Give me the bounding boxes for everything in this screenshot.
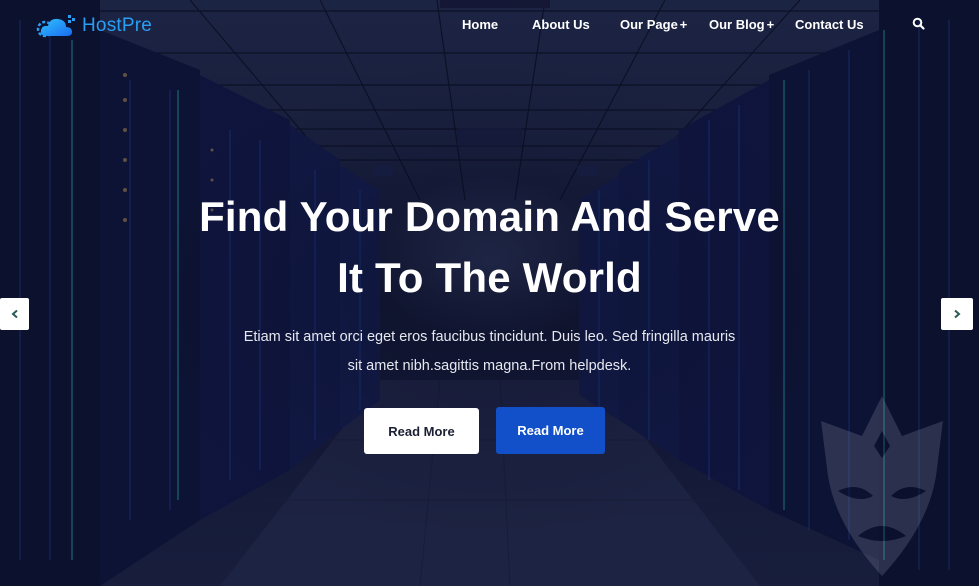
main-nav: Home About Us Our Page + Our Blog + Contac… — [0, 17, 979, 37]
nav-our-blog[interactable]: Our Blog + — [709, 17, 774, 32]
chevron-right-icon — [954, 309, 961, 319]
hero-subtitle-line-2: sit amet nibh.sagittis magna.From helpde… — [347, 357, 632, 374]
nav-home[interactable]: Home — [462, 17, 498, 32]
hero-title-line-2: It To The World — [337, 254, 642, 301]
hero-subtitle: Etiam sit amet orci eget eros faucibus t… — [0, 323, 979, 380]
nav-our-page-label: Our Page — [620, 17, 678, 32]
plus-icon: + — [679, 17, 688, 32]
slider-prev-button[interactable] — [0, 298, 29, 330]
nav-contact-us-label: Contact Us — [795, 17, 864, 32]
read-more-button-secondary[interactable]: Read More — [496, 407, 605, 454]
nav-our-blog-label: Our Blog — [709, 17, 765, 32]
nav-home-label: Home — [462, 17, 499, 32]
nav-about-us[interactable]: About Us — [532, 17, 590, 32]
nav-contact-us[interactable]: Contact Us — [795, 17, 864, 32]
slider-next-button[interactable] — [941, 298, 973, 330]
plus-icon: + — [766, 17, 775, 32]
nav-about-us-label: About Us — [532, 17, 590, 32]
hero-subtitle-line-1: Etiam sit amet orci eget eros faucibus t… — [243, 329, 736, 345]
crown-shield-watermark-icon — [821, 396, 943, 576]
site-header: HostPre Home About Us Our Page + Our Blog… — [0, 0, 979, 52]
nav-our-page[interactable]: Our Page + — [620, 17, 687, 32]
chevron-left-icon — [10, 309, 18, 319]
read-more-button-primary[interactable]: Read More — [364, 408, 479, 454]
hero-title: Find Your Domain And Serve It To The Wor… — [0, 186, 979, 308]
hero-title-line-1: Find Your Domain And Serve — [199, 193, 780, 240]
search-icon[interactable] — [912, 17, 926, 31]
